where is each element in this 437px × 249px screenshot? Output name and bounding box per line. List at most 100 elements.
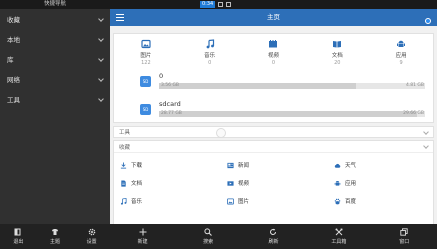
storage-total: 4.81 GB [405,83,424,88]
download-icon [120,161,127,169]
favorite-video[interactable]: 视频 [221,174,328,192]
category-documents[interactable]: 文档 20 [312,39,362,66]
favorite-label: 视频 [238,181,250,187]
theme-icon [51,229,58,235]
category-row: 图片 122 音乐 0 视频 0 文档 20 应用 9 [114,34,433,66]
search-label: 搜索 [203,239,214,245]
favorite-baidu[interactable]: 百度 [328,192,435,210]
chevron-down-icon [99,77,104,82]
page-title: 主页 [267,13,280,21]
drawer-item-label: 工具 [7,96,20,104]
drawer-item-library[interactable]: 库 [0,49,110,69]
book-icon [333,41,342,48]
favorites-grid: 下载 新闻 天气 文档 视频 应用 音乐 图片 百度 [114,153,433,210]
refresh-button[interactable]: 刷新 [248,228,298,245]
category-count: 0 [208,60,212,66]
storage-usage-fill [159,83,356,89]
toolbox-icon [335,228,343,236]
favorite-images[interactable]: 图片 [221,192,328,210]
favorite-documents[interactable]: 文档 [114,174,221,192]
favorite-label: 图片 [238,199,250,205]
drawer-item-network[interactable]: 网络 [0,69,110,89]
home-card: 图片 122 音乐 0 视频 0 文档 20 应用 9 SD 0 3.56 GB… [113,33,434,123]
category-label: 图片 [140,53,152,59]
drawer-bottom-bar: 退出 主题 设置 [0,224,110,249]
image-icon [141,39,151,49]
storage-item[interactable]: SD sdcard 28.77 GB 29.66 GB [119,100,428,122]
category-video[interactable]: 视频 0 [248,39,298,66]
drawer-item-label: 库 [7,56,14,64]
category-apps[interactable]: 应用 9 [376,39,426,66]
category-music[interactable]: 音乐 0 [185,39,235,66]
window-icon [400,228,408,236]
storage-total: 29.66 GB [403,111,424,116]
bottom-toolbar: 新建 搜索 刷新 工具箱 窗口 [110,224,437,249]
favorite-label: 应用 [345,181,357,187]
status-bar: 快捷导航 0:34 [0,0,437,9]
favorite-download[interactable]: 下载 [114,156,221,174]
exit-button[interactable]: 退出 [13,228,23,245]
status-icons: 0:34 [200,1,232,8]
favorite-label: 百度 [345,199,357,205]
search-button[interactable]: 搜索 [183,228,233,245]
new-label: 新建 [137,239,148,245]
favorite-label: 音乐 [131,199,143,205]
storage-usage-bar [159,83,425,89]
video-icon [227,180,234,186]
status-time: 0:34 [200,1,216,8]
exit-icon [14,228,21,236]
chevron-down-icon[interactable] [423,144,428,149]
category-images[interactable]: 图片 122 [121,39,171,66]
theme-label: 主题 [49,239,60,245]
drawer-item-favorites[interactable]: 收藏 [0,9,110,29]
favorite-music[interactable]: 音乐 [114,192,221,210]
toolbox-button[interactable]: 工具箱 [314,228,364,245]
category-label: 音乐 [204,53,216,59]
storage-used: 28.77 GB [161,111,182,116]
favorite-apps[interactable]: 应用 [328,174,435,192]
tools-section[interactable]: 工具 [113,126,434,138]
refresh-label: 刷新 [268,239,279,245]
drawer-item-local[interactable]: 本地 [0,29,110,49]
category-count: 0 [271,60,276,66]
chevron-down-icon [99,97,104,102]
close-icon[interactable] [425,18,431,24]
favorite-label: 下载 [131,163,143,169]
gear-icon [88,228,95,236]
exit-label: 退出 [13,239,24,245]
theme-button[interactable]: 主题 [50,228,60,245]
document-icon [121,179,126,187]
tools-toggle[interactable] [216,128,226,138]
favorite-label: 新闻 [238,163,250,169]
drawer-item-label: 本地 [7,36,20,44]
plus-icon [139,228,147,236]
image-icon [227,197,234,205]
window-label: 窗口 [399,239,410,245]
baidu-icon [334,198,341,204]
tools-header: 工具 [119,130,131,136]
favorites-header-row[interactable]: 收藏 [114,141,433,153]
favorite-label: 天气 [345,163,357,169]
chevron-down-icon[interactable] [423,130,428,135]
search-icon [204,228,212,236]
new-button[interactable]: 新建 [118,228,168,245]
favorite-label: 文档 [131,181,143,187]
weather-icon [334,163,341,168]
favorite-news[interactable]: 新闻 [221,156,328,174]
music-icon [120,197,127,205]
category-label: 应用 [395,53,407,59]
drawer-title: 快捷导航 [43,1,66,7]
android-icon [397,40,406,47]
toolbox-label: 工具箱 [331,239,347,245]
settings-button[interactable]: 设置 [87,228,97,245]
drawer-item-tools[interactable]: 工具 [0,89,110,109]
favorite-weather[interactable]: 天气 [328,156,435,174]
android-icon [334,180,341,186]
drawer-item-label: 网络 [7,76,20,84]
storage-item[interactable]: SD 0 3.56 GB 4.81 GB [119,72,428,94]
category-count: 122 [141,60,151,66]
category-count: 20 [334,60,341,66]
refresh-icon [270,228,277,235]
sdcard-icon: SD [140,104,151,115]
window-button[interactable]: 窗口 [379,228,429,245]
